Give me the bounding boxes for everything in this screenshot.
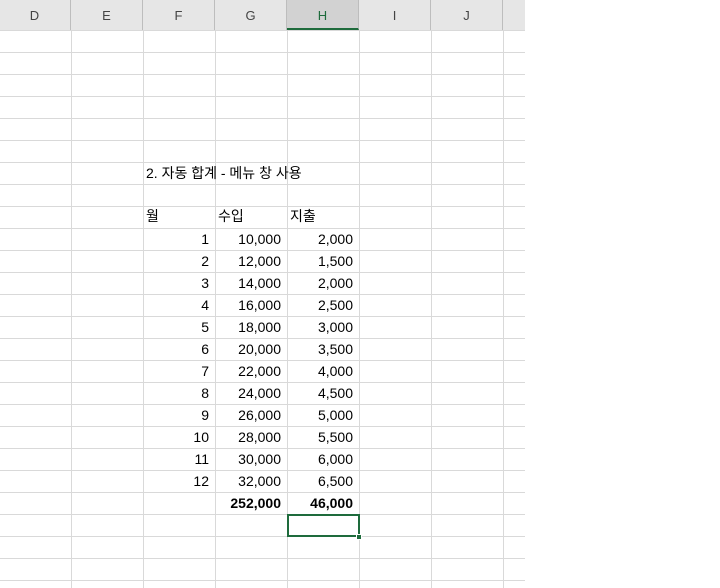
active-cell-selection[interactable]	[287, 514, 360, 537]
fill-handle[interactable]	[356, 534, 362, 540]
month-cell[interactable]: 3	[143, 272, 215, 294]
month-cell[interactable]: 7	[143, 360, 215, 382]
month-cell[interactable]: 12	[143, 470, 215, 492]
row-divider	[0, 580, 525, 581]
column-header-g[interactable]: G	[215, 0, 287, 30]
month-cell[interactable]: 10	[143, 426, 215, 448]
row-divider	[0, 74, 525, 75]
total-expense-cell[interactable]: 46,000	[287, 492, 359, 514]
row-divider	[0, 184, 525, 185]
income-cell[interactable]: 22,000	[215, 360, 287, 382]
column-header-row: DEFGHIJ	[0, 0, 525, 31]
month-cell[interactable]: 9	[143, 404, 215, 426]
total-income-cell[interactable]: 252,000	[215, 492, 287, 514]
month-cell[interactable]: 5	[143, 316, 215, 338]
column-divider	[503, 31, 504, 588]
column-header-f[interactable]: F	[143, 0, 215, 30]
income-cell[interactable]: 10,000	[215, 228, 287, 250]
month-cell[interactable]: 11	[143, 448, 215, 470]
income-cell[interactable]: 16,000	[215, 294, 287, 316]
income-cell[interactable]: 26,000	[215, 404, 287, 426]
month-cell[interactable]: 2	[143, 250, 215, 272]
expense-cell[interactable]: 4,000	[287, 360, 359, 382]
expense-cell[interactable]: 5,500	[287, 426, 359, 448]
cell-grid[interactable]: DEFGHIJ 2. 자동 합계 - 메뉴 창 사용 월 수입 지출 1 10,0…	[0, 0, 525, 588]
column-header-d[interactable]: D	[0, 0, 71, 30]
header-month-cell[interactable]: 월	[143, 205, 215, 227]
expense-cell[interactable]: 3,500	[287, 338, 359, 360]
income-cell[interactable]: 12,000	[215, 250, 287, 272]
month-cell[interactable]: 4	[143, 294, 215, 316]
column-header-i[interactable]: I	[359, 0, 431, 30]
expense-cell[interactable]: 2,000	[287, 272, 359, 294]
row-divider	[0, 118, 525, 119]
row-divider	[0, 96, 525, 97]
row-divider	[0, 140, 525, 141]
column-divider	[71, 31, 72, 588]
header-expense-cell[interactable]: 지출	[287, 205, 359, 227]
expense-cell[interactable]: 5,000	[287, 404, 359, 426]
expense-cell[interactable]: 2,000	[287, 228, 359, 250]
row-divider	[0, 536, 525, 537]
column-header-e[interactable]: E	[71, 0, 143, 30]
income-cell[interactable]: 30,000	[215, 448, 287, 470]
title-cell[interactable]: 2. 자동 합계 - 메뉴 창 사용	[143, 162, 443, 184]
row-divider	[0, 558, 525, 559]
spreadsheet: DEFGHIJ 2. 자동 합계 - 메뉴 창 사용 월 수입 지출 1 10,0…	[0, 0, 720, 588]
income-cell[interactable]: 28,000	[215, 426, 287, 448]
month-cell[interactable]: 6	[143, 338, 215, 360]
row-divider	[0, 30, 525, 31]
expense-cell[interactable]: 3,000	[287, 316, 359, 338]
expense-cell[interactable]: 2,500	[287, 294, 359, 316]
row-divider	[0, 514, 525, 515]
row-divider	[0, 52, 525, 53]
income-cell[interactable]: 32,000	[215, 470, 287, 492]
income-cell[interactable]: 14,000	[215, 272, 287, 294]
income-cell[interactable]: 24,000	[215, 382, 287, 404]
income-cell[interactable]: 18,000	[215, 316, 287, 338]
expense-cell[interactable]: 6,000	[287, 448, 359, 470]
column-divider	[431, 31, 432, 588]
header-income-cell[interactable]: 수입	[215, 205, 287, 227]
expense-cell[interactable]: 4,500	[287, 382, 359, 404]
income-cell[interactable]: 20,000	[215, 338, 287, 360]
column-divider	[359, 31, 360, 588]
expense-cell[interactable]: 1,500	[287, 250, 359, 272]
month-cell[interactable]: 1	[143, 228, 215, 250]
column-header-j[interactable]: J	[431, 0, 503, 30]
month-cell[interactable]: 8	[143, 382, 215, 404]
expense-cell[interactable]: 6,500	[287, 470, 359, 492]
column-header-h[interactable]: H	[287, 0, 359, 30]
